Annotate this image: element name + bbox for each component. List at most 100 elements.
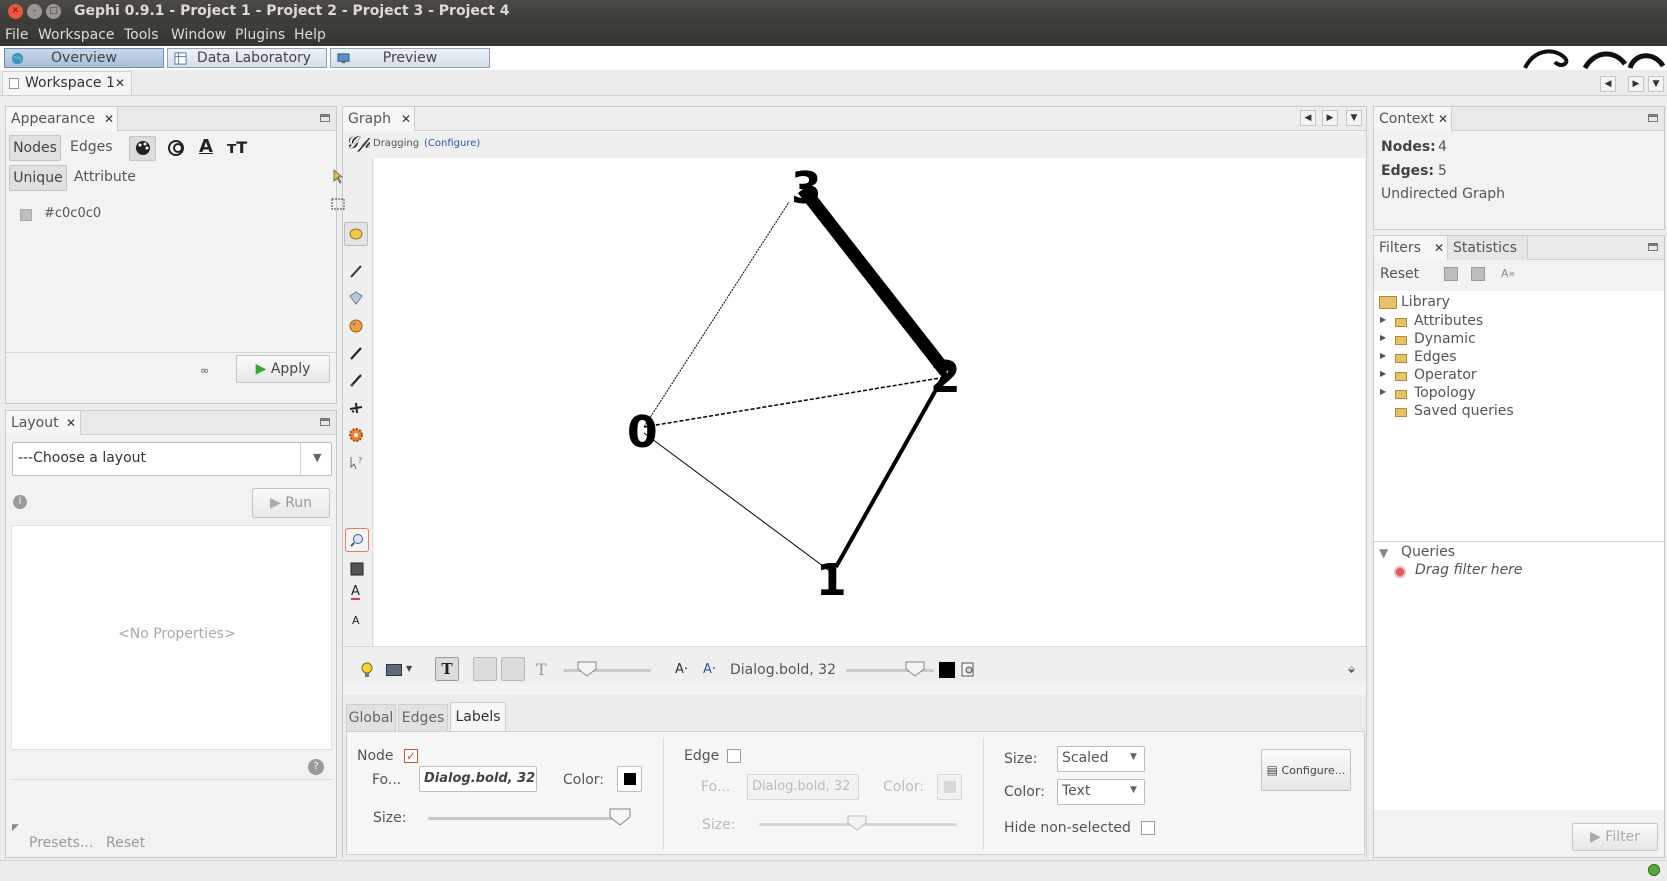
- diamond-icon[interactable]: [348, 290, 364, 306]
- configure-link[interactable]: (Configure): [424, 138, 480, 149]
- node-font-field[interactable]: Dialog.bold, 32: [419, 766, 537, 792]
- filter-button[interactable]: ▶ Filter: [1572, 823, 1658, 851]
- menu-window[interactable]: Window: [171, 27, 226, 43]
- graph-tab[interactable]: Graph ✕: [343, 107, 415, 131]
- font-decrease-icon[interactable]: A·: [675, 662, 688, 677]
- workspace-prev-icon[interactable]: ◀: [1600, 76, 1616, 92]
- filters-close-icon[interactable]: ✕: [1434, 236, 1444, 260]
- edge-0-2[interactable]: [643, 376, 947, 428]
- expand-arrow-icon[interactable]: ▶: [1380, 369, 1386, 378]
- workspace-close-icon[interactable]: ✕: [115, 72, 125, 94]
- clipboard-icon[interactable]: [960, 661, 976, 677]
- attribute-tab[interactable]: Attribute: [74, 169, 136, 185]
- minimize-window-button[interactable]: –: [27, 4, 42, 19]
- filters-reset-button[interactable]: Reset: [1380, 266, 1419, 282]
- layout-minimize-icon[interactable]: [320, 418, 330, 426]
- info-icon[interactable]: i: [13, 495, 27, 509]
- appearance-close-icon[interactable]: ✕: [104, 107, 114, 131]
- maximize-window-button[interactable]: □: [46, 4, 61, 19]
- edge-0-1[interactable]: [643, 432, 832, 573]
- library-label[interactable]: Library: [1401, 294, 1450, 310]
- node-label-2[interactable]: 2: [930, 352, 961, 403]
- screenshot-icon[interactable]: [386, 664, 402, 676]
- menu-workspace[interactable]: Workspace: [38, 27, 115, 43]
- color-swatch[interactable]: [20, 209, 32, 221]
- node-label-0[interactable]: 0: [627, 407, 658, 458]
- edge-font-field[interactable]: Dialog.bold, 32: [747, 774, 859, 800]
- queries-area[interactable]: ▼ Queries Drag filter here: [1374, 542, 1664, 810]
- layout-tab[interactable]: Layout ✕: [6, 411, 81, 435]
- graph-next-icon[interactable]: ▶: [1322, 110, 1338, 126]
- edge-0-3[interactable]: [643, 201, 790, 428]
- expand-arrow-icon[interactable]: ▶: [1380, 351, 1386, 360]
- appearance-tab[interactable]: Appearance ✕: [6, 107, 118, 131]
- hide-non-selected-checkbox[interactable]: [1141, 821, 1155, 835]
- filters-tab[interactable]: Filters ✕: [1374, 236, 1448, 260]
- export-filter-icon[interactable]: [1471, 267, 1485, 281]
- edge-size-thumb-icon[interactable]: [846, 814, 868, 832]
- nodes-tab[interactable]: Nodes: [9, 135, 61, 161]
- pencil-icon[interactable]: [348, 345, 364, 361]
- close-window-button[interactable]: ✕: [8, 4, 23, 19]
- context-minimize-icon[interactable]: [1648, 114, 1658, 122]
- presets-link[interactable]: Presets...: [29, 835, 93, 851]
- pointer-help-icon[interactable]: ?: [348, 455, 364, 471]
- layout-close-icon[interactable]: ✕: [66, 411, 76, 435]
- statistics-tab[interactable]: Statistics: [1448, 236, 1528, 260]
- node-checkbox[interactable]: ✓: [404, 749, 418, 763]
- label-color-swatch[interactable]: [939, 662, 955, 678]
- gear-icon[interactable]: [348, 427, 364, 443]
- font-label[interactable]: Dialog.bold, 32: [730, 662, 836, 678]
- apply-button[interactable]: ▶ Apply: [236, 355, 330, 383]
- filters-minimize-icon[interactable]: [1648, 243, 1658, 251]
- unique-tab[interactable]: Unique: [9, 165, 67, 191]
- slider-thumb-icon[interactable]: [576, 660, 598, 678]
- expand-arrow-icon[interactable]: ▶: [1380, 333, 1386, 342]
- run-button[interactable]: ▶ Run: [252, 488, 330, 518]
- menu-help[interactable]: Help: [294, 27, 326, 43]
- font-slider-thumb-icon[interactable]: [904, 660, 926, 678]
- menu-tools[interactable]: Tools: [124, 27, 159, 43]
- tab-labels[interactable]: Labels: [450, 702, 506, 732]
- edges-tab[interactable]: Edges: [70, 139, 113, 155]
- screenshot-dropdown-icon[interactable]: ▼: [406, 664, 412, 673]
- reset-link[interactable]: Reset: [106, 835, 145, 851]
- tab-global[interactable]: Global: [346, 704, 396, 732]
- edge-label-button[interactable]: [473, 657, 497, 681]
- lightbulb-icon[interactable]: [360, 661, 374, 679]
- library-item[interactable]: ▶ Dynamic: [1374, 331, 1664, 349]
- node-label-1[interactable]: 1: [816, 555, 847, 606]
- context-tab[interactable]: Context ✕: [1374, 107, 1452, 131]
- rectangle-select-icon[interactable]: [330, 196, 346, 212]
- node-size-label-button[interactable]: [501, 657, 525, 681]
- menu-plugins[interactable]: Plugins: [235, 27, 285, 43]
- library-item[interactable]: ▶ Edges: [1374, 349, 1664, 367]
- node-size-slider[interactable]: [428, 817, 628, 820]
- chevron-down-icon[interactable]: ▼: [313, 451, 321, 464]
- network-status-icon[interactable]: [1648, 864, 1660, 876]
- edge-color-button[interactable]: [937, 774, 962, 800]
- graph-menu-icon[interactable]: ▼: [1346, 110, 1362, 126]
- library-item[interactable]: ▶ Operator: [1374, 367, 1664, 385]
- edge-checkbox[interactable]: [727, 749, 741, 763]
- brush-icon[interactable]: [348, 263, 364, 279]
- node-color-button[interactable]: [617, 766, 642, 792]
- node-label-3[interactable]: 3: [791, 163, 822, 214]
- size-mode-select[interactable]: Scaled ▼: [1057, 746, 1145, 772]
- label-size-icon[interactable]: ᴛT: [227, 138, 247, 157]
- graph-prev-icon[interactable]: ◀: [1300, 110, 1316, 126]
- edge-pencil-icon[interactable]: [348, 372, 364, 388]
- color-mode-button[interactable]: [129, 136, 156, 161]
- show-labels-button[interactable]: T: [435, 657, 459, 681]
- workspace-menu-icon[interactable]: ▼: [1648, 76, 1664, 92]
- workspace-next-icon[interactable]: ▶: [1628, 76, 1644, 92]
- help-icon[interactable]: ?: [308, 759, 324, 775]
- painter-icon[interactable]: [348, 318, 364, 334]
- font-increase-icon[interactable]: A·: [703, 662, 716, 677]
- graph-drawing[interactable]: 3 2 0 1: [373, 157, 1364, 645]
- label-color-icon[interactable]: A: [199, 136, 213, 157]
- overview-button[interactable]: Overview: [4, 48, 164, 68]
- edge-3-2[interactable]: [797, 184, 952, 377]
- label-font-icon[interactable]: A: [352, 614, 360, 627]
- node-size-thumb-icon[interactable]: [608, 807, 632, 827]
